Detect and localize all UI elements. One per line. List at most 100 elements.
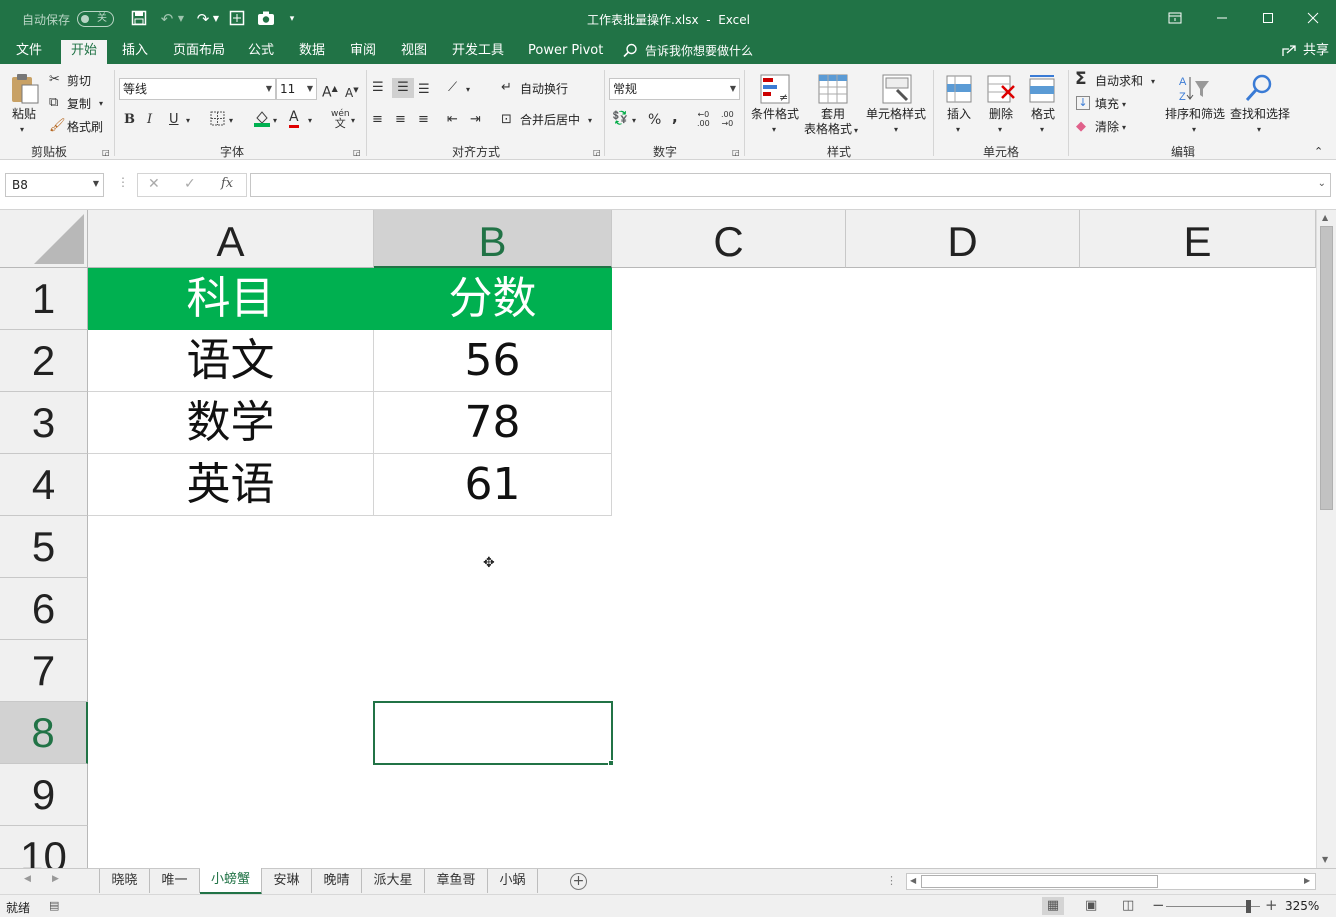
paste-icon[interactable] — [10, 72, 40, 107]
align-bottom-icon[interactable]: ☰ — [418, 82, 430, 98]
column-header-c[interactable]: C — [612, 210, 846, 268]
grow-font-icon[interactable]: A▲ — [322, 81, 338, 101]
redo-icon[interactable]: ↷ — [194, 10, 212, 28]
autosum-button[interactable]: 自动求和 — [1095, 73, 1143, 89]
page-break-view-icon[interactable]: ◫ — [1122, 898, 1134, 913]
expand-formula-icon[interactable]: ⌄ — [1318, 178, 1326, 189]
align-right-icon[interactable]: ≡ — [418, 112, 429, 128]
font-launcher-icon[interactable]: ◲ — [353, 145, 361, 161]
fill-icon[interactable]: ↓ — [1076, 96, 1090, 110]
cell-a3[interactable]: 数学 — [88, 392, 374, 454]
find-dropdown-icon[interactable]: ▾ — [1257, 122, 1261, 138]
search-icon[interactable] — [622, 43, 638, 62]
tab-page-layout[interactable]: 页面布局 — [173, 42, 225, 64]
scroll-down-icon[interactable]: ▼ — [1322, 855, 1328, 864]
sheet-tab-paidaxing[interactable]: 派大星 — [362, 869, 425, 893]
conditional-dropdown-icon[interactable]: ▾ — [772, 122, 776, 138]
minimize-icon[interactable] — [1213, 10, 1231, 28]
insert-cells-button[interactable]: 插入 — [947, 106, 971, 122]
format-cells-button[interactable]: 格式 — [1031, 106, 1055, 122]
macro-record-icon[interactable]: ▤ — [49, 899, 59, 912]
copy-button[interactable]: 复制 — [67, 96, 91, 112]
clear-dropdown-icon[interactable]: ▾ — [1122, 120, 1126, 136]
find-select-icon[interactable] — [1244, 73, 1274, 106]
column-header-a[interactable]: A — [88, 210, 374, 268]
zoom-level[interactable]: 325% — [1285, 899, 1319, 913]
cell-styles-dropdown-icon[interactable]: ▾ — [894, 122, 898, 138]
split-handle-icon[interactable]: ⋮ — [886, 874, 897, 887]
tab-view[interactable]: 视图 — [401, 42, 427, 64]
tell-me-input[interactable]: 告诉我你想要做什么 — [645, 42, 753, 64]
column-header-b[interactable]: B — [374, 210, 612, 268]
sheet-tab-xiaopangxie[interactable]: 小螃蟹 — [200, 868, 262, 895]
column-header-d[interactable]: D — [846, 210, 1080, 268]
cut-button[interactable]: 剪切 — [67, 73, 91, 89]
sort-filter-icon[interactable]: AZ — [1178, 73, 1210, 106]
percent-button[interactable]: % — [648, 112, 661, 128]
sort-filter-button[interactable]: 排序和筛选 — [1165, 106, 1225, 122]
bold-button[interactable]: B — [124, 112, 135, 128]
row-header-1[interactable]: 1 — [0, 268, 88, 330]
cell-styles-icon[interactable] — [882, 74, 912, 107]
save-icon[interactable] — [130, 10, 148, 28]
autosum-icon[interactable]: Σ — [1075, 71, 1087, 88]
conditional-format-button[interactable]: 条件格式 — [751, 106, 799, 122]
row-header-3[interactable]: 3 — [0, 392, 88, 454]
next-sheet-icon[interactable]: ▶ — [52, 874, 59, 884]
tab-file[interactable]: 文件 — [16, 42, 42, 64]
cell-a2[interactable]: 语文 — [88, 330, 374, 392]
insert-dropdown-icon[interactable]: ▾ — [956, 122, 960, 138]
cell-styles-button[interactable]: 单元格样式 — [866, 106, 926, 122]
paste-label[interactable]: 粘贴 — [12, 106, 36, 122]
orientation-dropdown-icon[interactable]: ▾ — [466, 82, 470, 98]
fill-dropdown-icon[interactable]: ▾ — [1122, 97, 1126, 113]
formula-input[interactable]: ⌄ — [250, 173, 1331, 197]
confirm-entry-icon[interactable]: ✓ — [184, 176, 196, 192]
align-top-icon[interactable]: ☰ — [372, 80, 384, 96]
border-icon[interactable] — [210, 111, 225, 131]
normal-view-icon[interactable]: ▦ — [1042, 897, 1064, 915]
row-header-7[interactable]: 7 — [0, 640, 88, 702]
customize-toolbar-icon[interactable]: ▾ — [286, 10, 298, 28]
phonetic-dropdown-icon[interactable]: ▾ — [351, 113, 355, 129]
form-icon[interactable] — [228, 10, 246, 28]
tab-formulas[interactable]: 公式 — [248, 42, 274, 64]
collapse-ribbon-icon[interactable]: ⌃ — [1314, 144, 1323, 160]
fill-button[interactable]: 填充 — [1095, 96, 1119, 112]
page-layout-view-icon[interactable]: ▣ — [1085, 898, 1097, 913]
sheet-tab-xiaoxiao[interactable]: 晓晓 — [100, 869, 150, 893]
format-as-table-label-1[interactable]: 套用 — [821, 106, 845, 122]
merge-center-button[interactable]: 合并后居中 — [520, 112, 580, 128]
sheet-tab-weiyi[interactable]: 唯一 — [150, 869, 200, 893]
format-painter-icon[interactable]: 🖌 — [49, 118, 66, 134]
fill-color-icon[interactable] — [253, 109, 271, 132]
alignment-launcher-icon[interactable]: ◲ — [593, 145, 601, 161]
tab-review[interactable]: 审阅 — [350, 42, 376, 64]
select-all-button[interactable] — [0, 210, 88, 268]
zoom-in-icon[interactable]: + — [1265, 896, 1278, 914]
decrease-indent-icon[interactable]: ⇤ — [447, 112, 458, 128]
align-left-icon[interactable]: ≡ — [372, 112, 383, 128]
wrap-text-button[interactable]: 自动换行 — [520, 81, 568, 97]
ribbon-display-icon[interactable] — [1166, 10, 1184, 28]
cell-a4[interactable]: 英语 — [88, 454, 374, 516]
align-center-icon[interactable]: ≡ — [395, 112, 406, 128]
zoom-slider-thumb[interactable] — [1246, 900, 1251, 913]
share-icon[interactable] — [1281, 43, 1297, 62]
merge-center-icon[interactable]: ⊡ — [501, 112, 512, 128]
phonetic-icon[interactable]: wén 文 — [331, 110, 350, 130]
autosum-dropdown-icon[interactable]: ▾ — [1151, 74, 1155, 90]
format-as-table-icon[interactable] — [818, 74, 848, 107]
tab-power-pivot[interactable]: Power Pivot — [528, 42, 603, 64]
zoom-out-icon[interactable]: − — [1152, 896, 1165, 914]
row-header-9[interactable]: 9 — [0, 764, 88, 826]
align-middle-icon[interactable]: ☰ — [392, 78, 414, 98]
merge-dropdown-icon[interactable]: ▾ — [588, 113, 592, 129]
tab-home[interactable]: 开始 — [61, 40, 108, 64]
column-header-e[interactable]: E — [1080, 210, 1316, 268]
scissors-icon[interactable]: ✂ — [49, 72, 60, 88]
clear-button[interactable]: 清除 — [1095, 119, 1119, 135]
number-launcher-icon[interactable]: ◲ — [732, 145, 740, 161]
row-header-2[interactable]: 2 — [0, 330, 88, 392]
clipboard-launcher-icon[interactable]: ◲ — [102, 145, 110, 161]
